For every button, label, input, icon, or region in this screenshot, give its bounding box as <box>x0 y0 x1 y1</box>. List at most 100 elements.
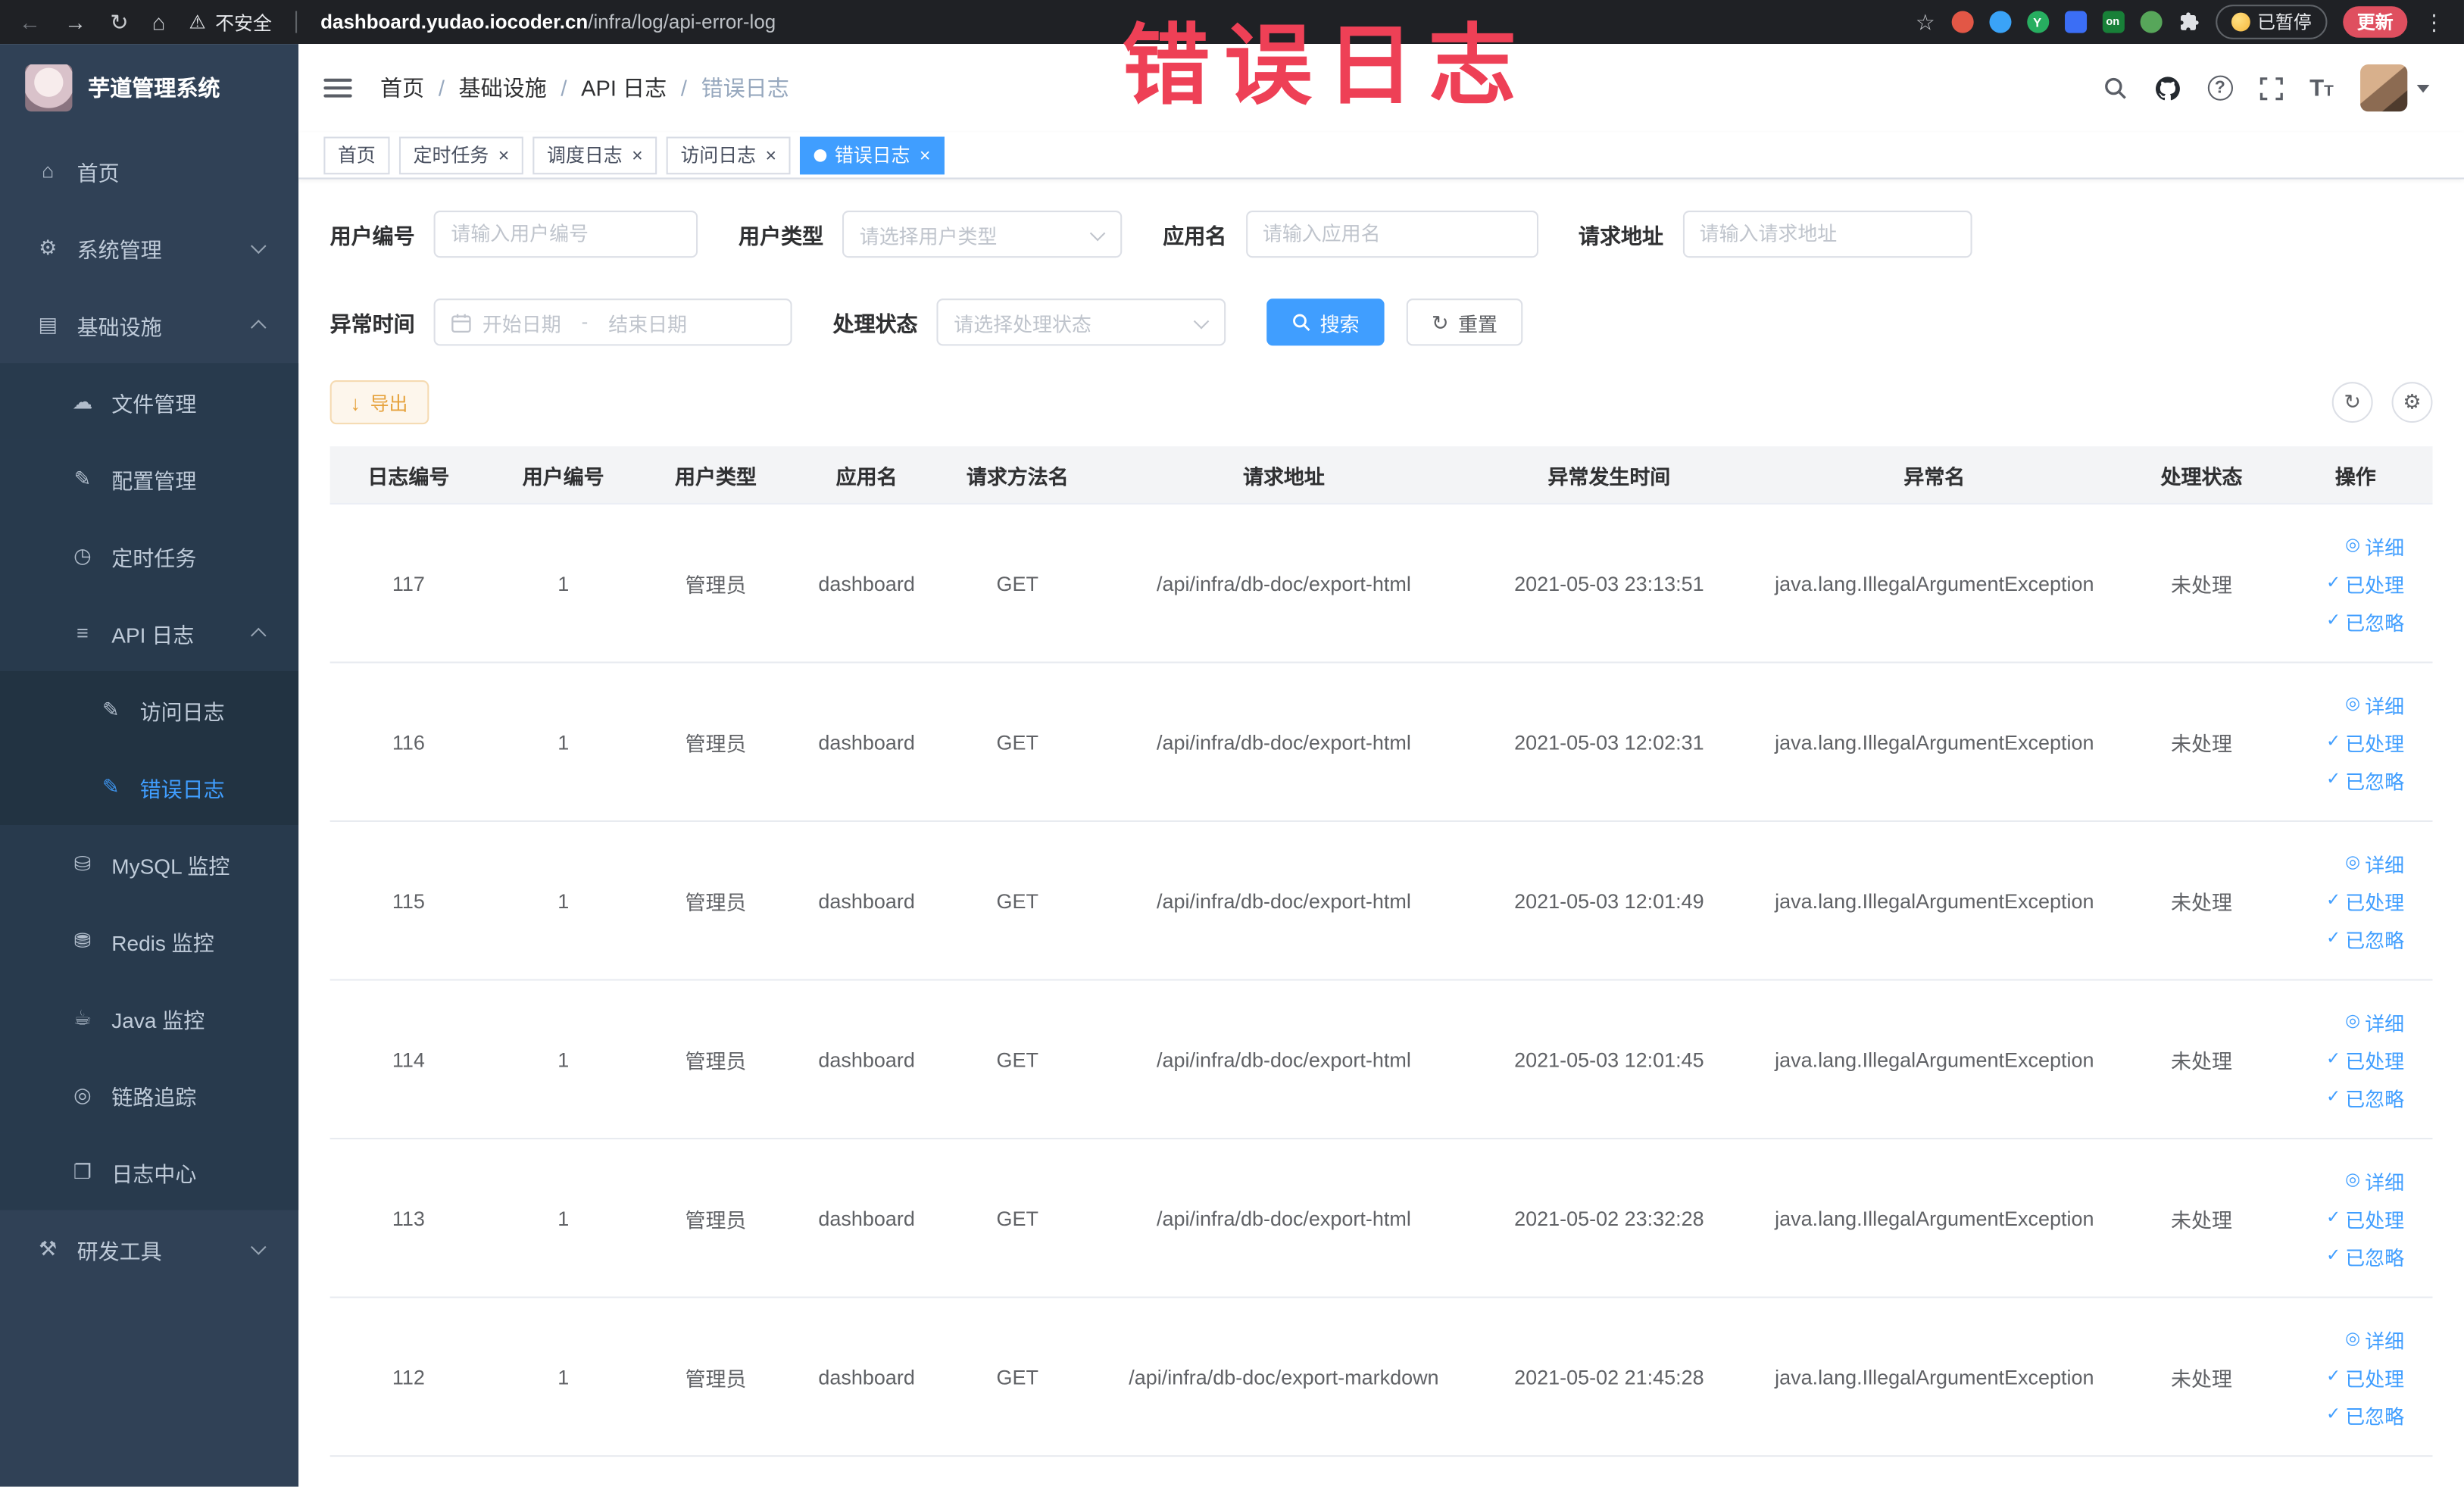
back-icon[interactable]: ← <box>19 11 41 33</box>
breadcrumb-item[interactable]: API 日志 <box>581 72 667 103</box>
table-body: 117 1 管理员 dashboard GET/api/infra/db-doc/exp… <box>329 505 2433 1457</box>
security-label[interactable]: 不安全 <box>215 8 272 35</box>
fullscreen-icon[interactable] <box>2259 77 2283 100</box>
sidebar-item-trace[interactable]: ◎ 链路追踪 <box>0 1056 299 1133</box>
chevron-down-icon <box>251 1239 267 1254</box>
home-icon: ⌂ <box>42 158 55 183</box>
action-processed[interactable]: ✓ 已处理 <box>2326 568 2404 598</box>
tab-error-log[interactable]: 错误日志 × <box>800 136 945 174</box>
table-row: 114 1 管理员 dashboard GET/api/infra/db-doc/exp… <box>329 981 2433 1140</box>
breadcrumb-item[interactable]: 首页 <box>380 72 424 103</box>
action-ignored[interactable]: ✓ 已忽略 <box>2326 1241 2404 1270</box>
user-id-input[interactable] <box>433 210 698 258</box>
action-detail[interactable]: ◎ 详细 <box>2345 1324 2404 1354</box>
sidebar-item-log-center[interactable]: ❐ 日志中心 <box>0 1132 299 1211</box>
sidebar-item-home[interactable]: ⌂ 首页 <box>0 132 298 209</box>
browser-home-icon[interactable]: ⌂ <box>152 11 166 33</box>
app-name-input[interactable] <box>1245 210 1538 258</box>
action-processed[interactable]: ✓ 已处理 <box>2326 886 2404 915</box>
extension-icon[interactable] <box>2063 11 2087 33</box>
action-detail[interactable]: ◎ 详细 <box>2345 1007 2404 1036</box>
action-processed[interactable]: ✓ 已处理 <box>2326 727 2404 757</box>
extension-icon[interactable] <box>1988 11 2011 33</box>
cloud-icon: ☁ <box>72 389 93 413</box>
paused-badge[interactable]: 已暂停 <box>2215 5 2328 39</box>
url-domain: dashboard.yudao.iocoder.cn <box>320 11 589 33</box>
action-detail[interactable]: ◎ 详细 <box>2345 1165 2404 1195</box>
font-size-icon[interactable]: TT <box>2309 77 2334 100</box>
date-range-picker[interactable]: 开始日期 - 结束日期 <box>433 298 792 346</box>
action-ignored[interactable]: ✓ 已忽略 <box>2326 1082 2404 1111</box>
url-bar[interactable]: dashboard.yudao.iocoder.cn/infra/log/api… <box>320 11 776 33</box>
search-button[interactable]: 搜索 <box>1266 298 1385 346</box>
eye-icon: ◎ <box>2345 1329 2361 1348</box>
action-detail[interactable]: ◎ 详细 <box>2345 530 2404 560</box>
export-button[interactable]: ↓ 导出 <box>329 380 429 425</box>
action-detail[interactable]: ◎ 详细 <box>2345 848 2404 877</box>
menu-dots-icon[interactable]: ⋮ <box>2423 11 2445 33</box>
sidebar-item-access-log[interactable]: ✎ 访问日志 <box>0 670 299 748</box>
action-ignored[interactable]: ✓ 已忽略 <box>2326 764 2404 794</box>
sidebar-item-api-log[interactable]: ≡ API 日志 <box>0 594 299 671</box>
action-ignored[interactable]: ✓ 已忽略 <box>2326 1399 2404 1429</box>
sidebar-item-dev-tools[interactable]: ⚒ 研发工具 <box>0 1210 298 1287</box>
hamburger-icon[interactable] <box>323 78 352 98</box>
sidebar-item-mysql-monitor[interactable]: ⛁ MySQL 监控 <box>0 825 299 902</box>
user-id-input-field[interactable] <box>451 223 681 245</box>
action-detail[interactable]: ◎ 详细 <box>2345 689 2404 719</box>
app-logo[interactable]: 芋道管理系统 <box>0 44 298 132</box>
cell-status: 未处理 <box>2171 1207 2232 1232</box>
search-icon[interactable] <box>2102 76 2127 101</box>
tab-close-icon[interactable]: × <box>632 144 643 166</box>
eye-icon: ◎ <box>73 1082 92 1106</box>
sidebar-item-file-mgmt[interactable]: ☁ 文件管理 <box>0 363 299 440</box>
reset-button[interactable]: ↻ 重置 <box>1406 298 1523 346</box>
tab-close-icon[interactable]: × <box>920 144 931 166</box>
cell-log_id: 113 <box>392 1206 425 1230</box>
reload-icon[interactable]: ↻ <box>110 11 128 33</box>
sidebar-item-scheduled-tasks[interactable]: ◷ 定时任务 <box>0 517 299 595</box>
sidebar-item-java-monitor[interactable]: ☕ Java 监控 <box>0 979 299 1057</box>
sidebar-item-config-mgmt[interactable]: ✎ 配置管理 <box>0 439 299 517</box>
sidebar-item-infrastructure[interactable]: ▤ 基础设施 <box>0 286 298 364</box>
action-ignored[interactable]: ✓ 已忽略 <box>2326 606 2404 636</box>
request-url-input-field[interactable] <box>1699 223 1954 245</box>
action-processed[interactable]: ✓ 已处理 <box>2326 1203 2404 1232</box>
update-button[interactable]: 更新 <box>2343 6 2408 38</box>
extension-icon[interactable]: Y <box>2026 11 2049 33</box>
cell-time: 2021-05-02 23:32:28 <box>1514 1206 1704 1230</box>
extension-icon[interactable] <box>1950 11 1973 33</box>
sidebar-item-error-log[interactable]: ✎ 错误日志 <box>0 748 299 826</box>
sidebar-item-label: MySQL 监控 <box>111 854 230 878</box>
action-ignored[interactable]: ✓ 已忽略 <box>2326 923 2404 953</box>
github-icon[interactable] <box>2154 75 2181 102</box>
user-avatar[interactable] <box>2360 64 2430 112</box>
extensions-puzzle-icon[interactable] <box>2177 11 2199 33</box>
extension-on-icon[interactable]: on <box>2101 11 2124 33</box>
column-settings-button[interactable]: ⚙ <box>2391 382 2433 423</box>
app-name-input-field[interactable] <box>1262 223 1521 245</box>
tab-schedule-log[interactable]: 调度日志 × <box>532 136 657 174</box>
bookmark-star-icon[interactable]: ☆ <box>1916 11 1935 33</box>
extension-icon[interactable] <box>2139 11 2162 33</box>
process-status-select[interactable]: 请选择处理状态 <box>936 298 1226 346</box>
request-url-input[interactable] <box>1682 210 1972 258</box>
sidebar-item-system-mgmt[interactable]: ⚙ 系统管理 <box>0 209 298 286</box>
tab-close-icon[interactable]: × <box>766 144 777 166</box>
forward-icon[interactable]: → <box>64 11 86 33</box>
check-icon: ✓ <box>2325 731 2341 751</box>
action-processed[interactable]: ✓ 已处理 <box>2326 1362 2404 1392</box>
help-icon[interactable]: ? <box>2207 75 2233 101</box>
toolbar: ↓ 导出 ↻ ⚙ <box>329 380 2433 425</box>
tab-scheduled-task[interactable]: 定时任务 × <box>398 136 523 174</box>
tab-close-icon[interactable]: × <box>498 144 510 166</box>
eye-icon: ◎ <box>2345 1011 2361 1030</box>
tab-access-log[interactable]: 访问日志 × <box>666 136 791 174</box>
sidebar-item-redis-monitor[interactable]: ⛃ Redis 监控 <box>0 901 299 979</box>
user-type-select[interactable]: 请选择用户类型 <box>842 210 1123 258</box>
action-processed[interactable]: ✓ 已处理 <box>2326 1045 2404 1074</box>
tab-home[interactable]: 首页 <box>323 136 390 174</box>
breadcrumb-item[interactable]: 基础设施 <box>459 72 547 103</box>
cell-exception: java.lang.IllegalArgumentException <box>1775 571 2094 595</box>
refresh-table-button[interactable]: ↻ <box>2331 382 2373 423</box>
